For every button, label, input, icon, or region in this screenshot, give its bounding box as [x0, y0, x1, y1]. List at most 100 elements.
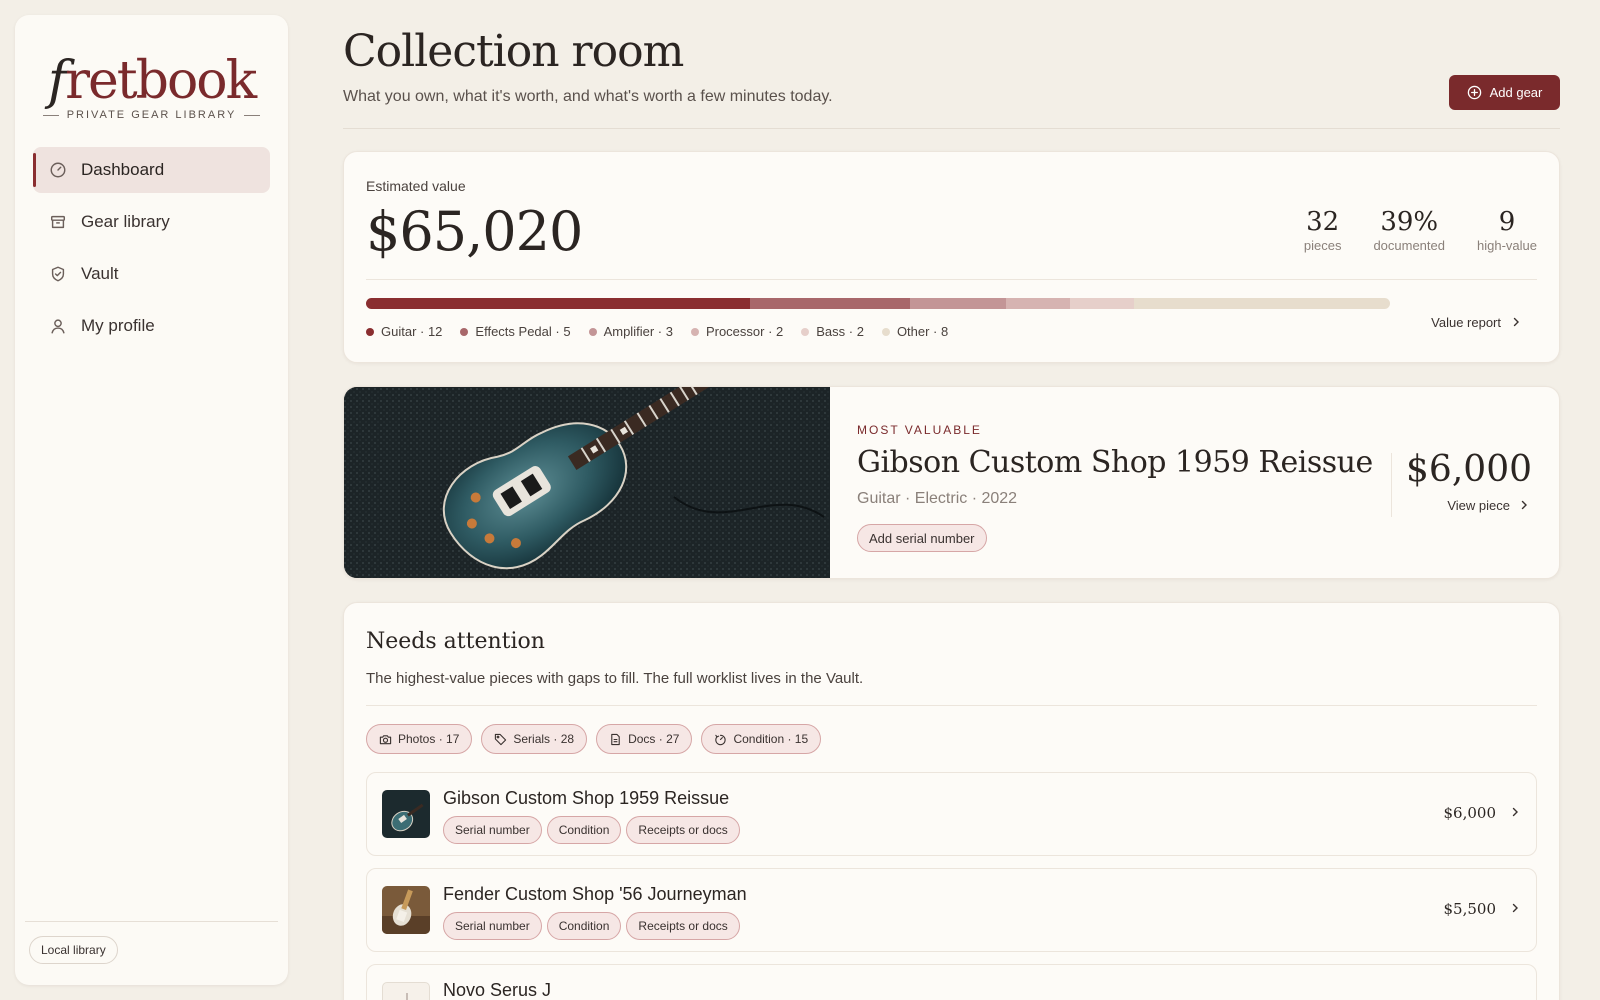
featured-eyebrow: MOST VALUABLE — [857, 423, 982, 437]
estimated-value-label: Estimated value — [366, 178, 466, 194]
item-price: $6,000 — [1443, 804, 1497, 822]
sidebar-item-my-profile[interactable]: My profile — [33, 303, 270, 349]
chip-serials[interactable]: Serials · 28 — [481, 724, 588, 754]
needs-attention-title: Needs attention — [366, 629, 545, 654]
sidebar-item-label: My profile — [81, 316, 155, 335]
legend-label: Effects Pedal · 5 — [475, 324, 571, 339]
legend-label: Guitar · 12 — [381, 324, 443, 339]
needs-attention-card: Needs attention The highest-value pieces… — [343, 602, 1560, 1000]
legend-item: Effects Pedal · 5 — [460, 324, 571, 339]
stat-documented: 39% documented — [1373, 207, 1445, 253]
page-title: Collection room — [343, 26, 684, 77]
legend-dot — [690, 327, 699, 336]
featured-price: $6,000 — [1406, 449, 1532, 490]
chip-docs[interactable]: Docs · 27 — [596, 724, 693, 754]
tag-icon — [494, 733, 507, 746]
sidebar-item-dashboard[interactable]: Dashboard — [33, 147, 270, 193]
collection-stats: 32 pieces 39% documented 9 high-value — [1304, 207, 1537, 253]
category-bar-segment — [1134, 298, 1390, 309]
add-gear-label: Add gear — [1489, 85, 1543, 100]
sidebar: fretbook PRIVATE GEAR LIBRARY Dashboard … — [15, 15, 288, 985]
gap-tag[interactable]: Receipts or docs — [626, 816, 740, 844]
estimated-value-amount: $65,020 — [366, 200, 583, 263]
attention-row[interactable]: Novo Serus J — [366, 964, 1537, 1000]
legend-dot — [881, 327, 890, 336]
sidebar-footer: Local library — [25, 921, 278, 964]
chevron-right-icon[interactable] — [1510, 900, 1520, 917]
legend-item: Amplifier · 3 — [588, 324, 673, 339]
legend-label: Bass · 2 — [816, 324, 864, 339]
page-subtitle: What you own, what it's worth, and what'… — [343, 88, 833, 105]
gap-tag[interactable]: Condition — [546, 912, 622, 940]
item-thumbnail-placeholder — [382, 982, 430, 1000]
value-card-divider — [366, 279, 1537, 280]
archive-box-icon — [49, 213, 67, 231]
document-icon — [609, 733, 622, 746]
sidebar-nav: Dashboard Gear library Vault My profile — [33, 147, 270, 355]
legend-label: Amplifier · 3 — [603, 324, 673, 339]
chip-condition[interactable]: Condition · 15 — [701, 724, 822, 754]
estimated-value-card: Estimated value $65,020 32 pieces 39% do… — [343, 151, 1560, 363]
condition-icon — [714, 733, 727, 746]
legend-item: Bass · 2 — [801, 324, 864, 339]
sidebar-item-label: Dashboard — [81, 160, 165, 179]
attention-row[interactable]: Gibson Custom Shop 1959 Reissue Serial n… — [366, 772, 1537, 856]
chevron-right-icon — [1519, 498, 1529, 513]
legend-item: Other · 8 — [881, 324, 949, 339]
local-library-badge[interactable]: Local library — [29, 936, 118, 964]
featured-name: Gibson Custom Shop 1959 Reissue — [857, 445, 1373, 480]
sidebar-item-label: Vault — [81, 264, 119, 283]
gauge-icon — [49, 161, 67, 179]
legend-label: Processor · 2 — [705, 324, 784, 339]
item-name: Fender Custom Shop '56 Journeyman — [443, 884, 747, 904]
brand-logo[interactable]: fretbook PRIVATE GEAR LIBRARY — [15, 53, 288, 121]
item-thumbnail — [382, 790, 430, 838]
stat-pieces: 32 pieces — [1303, 207, 1342, 253]
item-name: Gibson Custom Shop 1959 Reissue — [443, 788, 730, 808]
add-serial-number-button[interactable]: Add serial number — [857, 524, 987, 552]
value-report-link[interactable]: Value report — [1431, 315, 1521, 330]
chevron-right-icon[interactable] — [1510, 804, 1520, 821]
header-divider — [343, 128, 1560, 129]
featured-meta: Guitar · Electric · 2022 — [857, 490, 1018, 507]
plus-circle-icon — [1467, 85, 1482, 100]
attention-row[interactable]: Fender Custom Shop '56 Journeyman Serial… — [366, 868, 1537, 952]
gap-tag[interactable]: Serial number — [443, 912, 542, 940]
view-piece-link[interactable]: View piece — [1447, 498, 1529, 513]
featured-guitar-image — [344, 387, 830, 578]
legend-item: Processor · 2 — [690, 324, 784, 339]
item-gap-tags: Serial number Condition Receipts or docs — [443, 816, 740, 844]
sidebar-item-vault[interactable]: Vault — [33, 251, 270, 297]
chevron-right-icon — [1511, 315, 1521, 330]
user-icon — [49, 317, 67, 335]
legend-label: Other · 8 — [896, 324, 949, 339]
legend-dot — [460, 327, 469, 336]
category-bar-segment — [1070, 298, 1134, 309]
gap-tag[interactable]: Condition — [546, 816, 622, 844]
legend-dot — [366, 327, 374, 336]
category-bar-segment — [910, 298, 1006, 309]
item-price: $5,500 — [1443, 900, 1497, 918]
legend-dot — [801, 327, 810, 336]
category-bar-segment — [366, 298, 750, 309]
shield-check-icon — [49, 265, 67, 283]
gap-tag[interactable]: Serial number — [443, 816, 542, 844]
gap-tag[interactable]: Receipts or docs — [626, 912, 740, 940]
camera-icon — [379, 733, 392, 746]
sidebar-item-label: Gear library — [81, 212, 170, 231]
most-valuable-card[interactable]: MOST VALUABLE Gibson Custom Shop 1959 Re… — [343, 386, 1560, 579]
needs-attention-subtitle: The highest-value pieces with gaps to fi… — [366, 670, 864, 687]
category-bar-segment — [750, 298, 910, 309]
sidebar-item-gear-library[interactable]: Gear library — [33, 199, 270, 245]
category-breakdown-bar — [366, 298, 1390, 309]
category-legend: Guitar · 12 Effects Pedal · 5 Amplifier · … — [366, 324, 948, 339]
needs-attention-divider — [366, 705, 1537, 706]
stat-high-value: 9 high-value — [1477, 207, 1537, 253]
item-gap-tags: Serial number Condition Receipts or docs — [443, 912, 740, 940]
add-gear-button[interactable]: Add gear — [1449, 75, 1560, 110]
item-name: Novo Serus J — [443, 980, 552, 1000]
item-thumbnail — [382, 886, 430, 934]
brand-wordmark: fretbook — [47, 51, 257, 111]
gap-filter-chips: Photos · 17 Serials · 28 Docs · 27 Condi… — [366, 724, 822, 754]
chip-photos[interactable]: Photos · 17 — [366, 724, 473, 754]
